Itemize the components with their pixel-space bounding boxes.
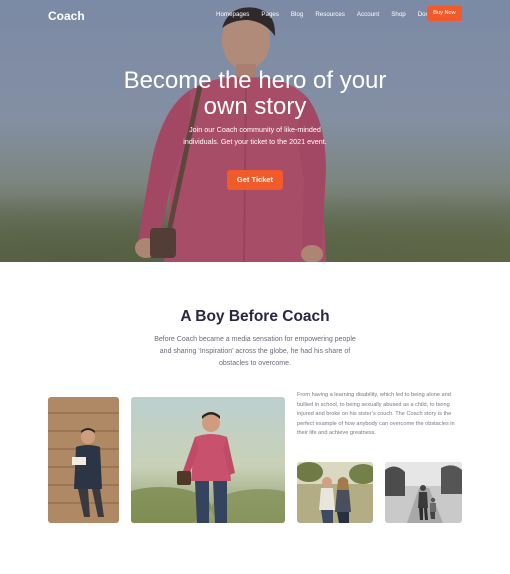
nav-link-homepages[interactable]: Homepages <box>216 11 249 18</box>
get-ticket-button[interactable]: Get Ticket <box>227 170 283 190</box>
hero-section: Coach Homepages Pages Blog Resources Acc… <box>0 0 510 262</box>
about-intro: Before Coach became a media sensation fo… <box>154 336 356 367</box>
hero-title: Become the hero of your own story <box>0 68 510 120</box>
top-navigation: Coach Homepages Pages Blog Resources Acc… <box>0 6 510 24</box>
about-title: A Boy Before Coach <box>180 308 330 325</box>
buy-now-button[interactable]: Buy Now <box>427 6 462 21</box>
photo-couple <box>297 462 373 523</box>
nav-links: Homepages Pages Blog Resources Account S… <box>216 11 444 18</box>
brand-logo[interactable]: Coach <box>48 9 85 23</box>
nav-link-blog[interactable]: Blog <box>291 11 303 18</box>
nav-link-account[interactable]: Account <box>357 11 379 18</box>
nav-link-pages[interactable]: Pages <box>261 11 279 18</box>
nav-link-resources[interactable]: Resources <box>315 11 345 18</box>
photo-man-walking <box>131 397 285 523</box>
hero-subtitle: Join our Coach community of like-minded … <box>183 125 327 146</box>
nav-link-shop[interactable]: Shop <box>391 11 405 18</box>
photo-father-child <box>385 462 462 523</box>
hero-title-line-1: Become the hero of your <box>123 67 387 94</box>
photo-man-reading <box>48 397 119 523</box>
about-story: From having a learning disability, which… <box>297 392 455 436</box>
hero-title-line-2: own story <box>203 93 307 120</box>
